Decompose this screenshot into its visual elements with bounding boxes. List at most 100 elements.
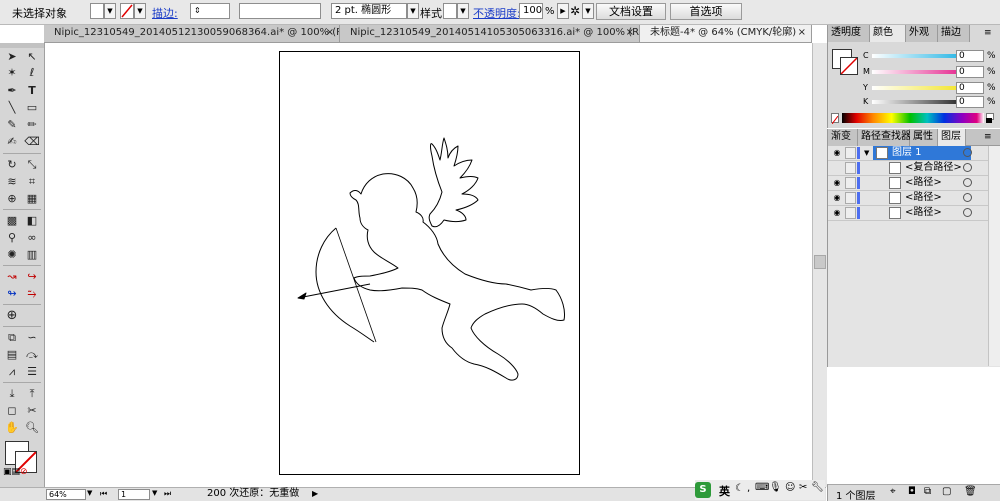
pencil-tool-icon[interactable]: ✏	[23, 117, 41, 133]
moon-icon[interactable]: ☾	[735, 483, 744, 494]
eraser-tool-icon[interactable]: ⌫	[23, 134, 41, 150]
microphone-icon[interactable]: 🎙︎	[769, 482, 782, 493]
zoom-tool-icon[interactable]: 🔍︎	[23, 420, 41, 436]
curve-tool-icon[interactable]: ↪	[23, 269, 41, 285]
blob-brush-tool-icon[interactable]: ✍	[3, 134, 21, 150]
join-tool-icon[interactable]: ⥲	[23, 286, 41, 302]
target-circle-icon[interactable]	[963, 208, 972, 217]
pen-tool-icon[interactable]: ✒	[3, 83, 21, 99]
recolor-dropdown[interactable]: ▼	[582, 3, 594, 19]
perspective-grid-tool-icon[interactable]: ▦	[23, 191, 41, 207]
lock-toggle[interactable]	[845, 192, 856, 204]
value-field-k[interactable]: 0	[956, 96, 984, 108]
wrench-icon[interactable]: 🔧︎	[811, 482, 824, 493]
mesh-tool-icon[interactable]: ▩	[3, 213, 21, 229]
path-eraser-tool-icon[interactable]: ↬	[3, 286, 21, 302]
panel-stroke-swatch[interactable]	[840, 57, 858, 75]
scrollbar-thumb[interactable]	[814, 255, 826, 269]
value-field-y[interactable]: 0	[956, 82, 984, 94]
gradient-tool-icon[interactable]: ◧	[23, 213, 41, 229]
layers-scrollbar[interactable]	[988, 146, 1000, 366]
eyedropper-tool-icon[interactable]: ⚲	[3, 230, 21, 246]
tab-pathfinder[interactable]: 路径查找器	[858, 129, 911, 146]
opacity-link[interactable]: 不透明度:	[473, 5, 521, 21]
column-graph-tool-icon[interactable]: ▥	[23, 247, 41, 263]
list-tool-icon[interactable]: ☰	[23, 364, 41, 380]
make-clipping-mask-icon[interactable]: ◘	[908, 486, 916, 497]
line-tool-icon[interactable]: ╲	[3, 100, 21, 116]
cupid-outline-artwork[interactable]	[280, 52, 579, 474]
layer-row[interactable]: <复合路径>	[828, 161, 999, 176]
layer-name[interactable]: <路径>	[905, 177, 942, 189]
chevron-down-icon[interactable]: ▼	[152, 489, 157, 497]
target-circle-icon[interactable]	[963, 193, 972, 202]
artboard-number-field[interactable]: 1	[118, 489, 150, 500]
delete-layer-icon[interactable]: 🗑︎	[964, 486, 977, 497]
toolbox-grip[interactable]	[0, 43, 44, 48]
tab-document-3[interactable]: 未标题-4* @ 64% (CMYK/轮廓) ×	[640, 25, 812, 42]
layer-row[interactable]: ◉ <路径>	[828, 176, 999, 191]
sogou-ime-icon[interactable]: S	[695, 482, 711, 498]
slice-tool-icon[interactable]: ∽	[23, 330, 41, 346]
first-artboard-icon[interactable]: ⏮	[100, 489, 107, 499]
fill-dropdown[interactable]: ▼	[104, 3, 116, 19]
lasso-tool-icon[interactable]: ℓ	[23, 65, 41, 81]
target-circle-icon[interactable]	[963, 163, 972, 172]
lock-toggle[interactable]	[845, 162, 856, 174]
punctuation-icon[interactable]: ,	[747, 483, 750, 494]
visibility-eye-icon[interactable]: ◉	[831, 177, 843, 189]
user-icon[interactable]: ☺	[785, 482, 795, 493]
next-artboard-icon[interactable]: ⏭	[164, 489, 171, 499]
preferences-button[interactable]: 首选项	[670, 3, 742, 20]
scissors-tool-icon[interactable]: ✂	[23, 403, 41, 419]
status-menu-arrow-icon[interactable]: ▶	[312, 489, 318, 498]
free-transform-tool-icon[interactable]: ⌗	[23, 174, 41, 190]
panel-menu-icon[interactable]: ≡	[984, 28, 992, 38]
new-layer-icon[interactable]: ▢	[942, 486, 951, 497]
tools-icon[interactable]: ✂	[799, 482, 807, 493]
rectangle-tool-icon[interactable]: ▭	[23, 100, 41, 116]
magic-wand-tool-icon[interactable]: ✶	[3, 65, 21, 81]
style-swatch[interactable]	[443, 3, 457, 19]
black-swatch[interactable]	[986, 118, 992, 123]
zoom-field[interactable]: 64%	[46, 489, 86, 500]
value-field-m[interactable]: 0	[956, 66, 984, 78]
layer-name[interactable]: <复合路径>	[905, 162, 962, 174]
opacity-field[interactable]: 100	[519, 3, 543, 19]
layer-row[interactable]: ◉ <路径>	[828, 206, 999, 221]
selection-tool-icon[interactable]: ➤	[3, 49, 21, 65]
tab-transparency[interactable]: 透明度	[828, 25, 870, 42]
knife-tool-icon[interactable]: ⤼	[23, 347, 41, 363]
tab-attributes[interactable]: 属性	[910, 129, 938, 146]
lock-toggle[interactable]	[845, 207, 856, 219]
stroke-weight-field[interactable]: ⇕	[190, 3, 230, 19]
tab-layers[interactable]: 图层	[938, 129, 966, 146]
eyedropper-paint-tool-icon[interactable]: ⤓	[3, 386, 21, 402]
visibility-eye-icon[interactable]	[831, 162, 843, 174]
blend-tool-icon[interactable]: ∞	[23, 230, 41, 246]
chart-line-tool-icon[interactable]: ⩘	[3, 364, 21, 380]
graph-tool-icon[interactable]: ▤	[3, 347, 21, 363]
layer-name[interactable]: 图层 1	[892, 147, 922, 159]
smooth-tool-icon[interactable]: ↝	[3, 269, 21, 285]
shape-builder-tool-icon[interactable]: ⊕	[3, 191, 21, 207]
stroke-dropdown[interactable]: ▼	[134, 3, 146, 19]
recolor-icon[interactable]: ✲	[570, 4, 580, 18]
slice-select-tool-icon[interactable]: ◻	[3, 403, 21, 419]
fill-swatch[interactable]	[90, 3, 104, 19]
scale-tool-icon[interactable]: ⤡	[23, 157, 41, 173]
value-field-c[interactable]: 0	[956, 50, 984, 62]
visibility-eye-icon[interactable]: ◉	[831, 147, 843, 159]
paintbrush-tool-icon[interactable]: ✎	[3, 117, 21, 133]
variable-width-field[interactable]	[239, 3, 321, 19]
tab-document-1[interactable]: Nipic_12310549_20140512130059068364.ai* …	[44, 25, 340, 42]
symbol-sprayer-tool-icon[interactable]: ✺	[3, 247, 21, 263]
warp-tool-icon[interactable]: ≋	[3, 174, 21, 190]
stroke-swatch[interactable]	[120, 3, 134, 19]
rotate-tool-icon[interactable]: ↻	[3, 157, 21, 173]
document-setup-button[interactable]: 文档设置	[596, 3, 666, 20]
close-icon[interactable]: ×	[626, 25, 634, 41]
panel-menu-icon[interactable]: ≡	[984, 132, 992, 142]
measure-tool-icon[interactable]: ⤒	[23, 386, 41, 402]
chevron-down-icon[interactable]: ▼	[87, 489, 92, 497]
